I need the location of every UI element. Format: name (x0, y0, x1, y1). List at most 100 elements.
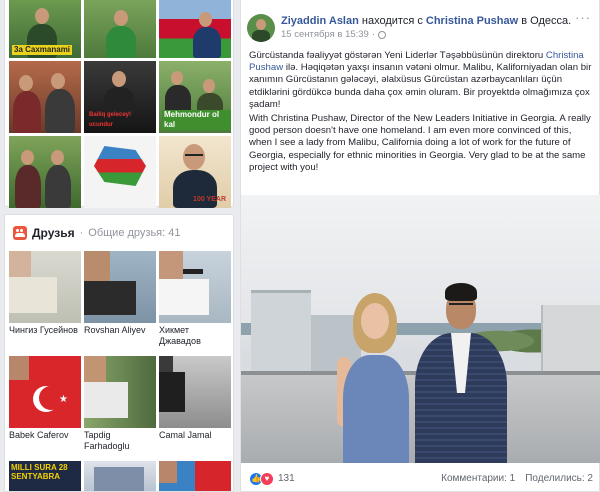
azerbaijan-map-flag (94, 146, 146, 186)
friend-grid: Чингиз Гусейнов Rovshan Aliyev Хикмет Дж… (9, 251, 231, 461)
separator: · (371, 29, 376, 40)
person-head (159, 251, 183, 279)
photo-thumb[interactable] (9, 136, 81, 208)
screen-icon (94, 467, 144, 491)
person-body (84, 382, 128, 418)
friends-icon (13, 226, 27, 240)
photo-thumb[interactable] (159, 0, 231, 58)
friend-photo[interactable] (84, 461, 156, 491)
hair (445, 283, 477, 301)
person-body (45, 165, 71, 208)
person-head (159, 356, 173, 372)
friend-name[interactable]: Babek Caferov (9, 430, 83, 441)
person-body (159, 279, 209, 315)
friends-title[interactable]: Друзья (32, 226, 75, 240)
post-timestamp[interactable]: 15 сентября в 15:39 (281, 28, 369, 41)
photo-thumb[interactable]: Mehmondur ol kal (159, 61, 231, 133)
dress (343, 355, 409, 463)
friend-photo[interactable]: MILLI SURA 28 SENTYABRA (9, 461, 81, 491)
photo-caption: 3a Caxmanami (12, 45, 73, 55)
person-head (21, 150, 34, 165)
friend-name[interactable]: Хикмет Джавадов (159, 325, 233, 347)
person-body (9, 277, 57, 313)
post-options-menu-icon[interactable]: ··· (575, 10, 591, 25)
photo-thumb[interactable]: Bailiq gelecey! ucundur (84, 61, 156, 133)
friend-card[interactable]: Tapdig Farhadoglu (84, 356, 156, 461)
post-header: Ziyaddin Aslan находится с Christina Pus… (247, 14, 571, 42)
comments-count-link[interactable]: Комментарии: 1 (441, 473, 515, 484)
action-text: находится с (361, 15, 423, 27)
tagged-person-link[interactable]: Christina Pushaw (426, 15, 518, 27)
photo-caption: Bailiq gelecey! ucundur (89, 112, 132, 128)
person-head (9, 251, 31, 277)
reaction-count[interactable]: 131 (278, 473, 295, 484)
friend-card[interactable]: ★ Babek Caferov (9, 356, 81, 461)
person-head (159, 461, 177, 483)
person-head (35, 8, 49, 24)
friend-card[interactable]: Хикмет Джавадов (159, 251, 231, 356)
glasses-icon (185, 154, 203, 158)
milli-sura-caption: MILLI SURA 28 SENTYABRA (11, 463, 68, 481)
friend-card[interactable]: Rovshan Aliyev (84, 251, 156, 356)
person-head (84, 356, 106, 382)
person-head (84, 251, 110, 281)
friend-photo[interactable] (84, 251, 156, 323)
location-text: в Одесса. (521, 15, 572, 27)
friend-photo[interactable] (159, 461, 231, 491)
photo-thumb[interactable] (84, 136, 156, 208)
friends-header: Друзья · Общие друзья: 41 (13, 225, 180, 241)
mutual-friends-count[interactable]: Общие друзья: 41 (88, 227, 180, 239)
photo-thumb[interactable] (9, 61, 81, 133)
photo-thumb[interactable] (84, 0, 156, 58)
friend-card[interactable]: Чингиз Гусейнов (9, 251, 81, 356)
post-card: Ziyaddin Aslan находится с Christina Pus… (240, 0, 600, 492)
friend-photo[interactable] (159, 251, 231, 323)
person-head (114, 10, 128, 26)
friend-card[interactable]: MILLI SURA 28 SENTYABRA (9, 461, 81, 491)
photo-grid: 3a Caxmanami Bailiq gelecey! ucundur Meh… (9, 0, 231, 208)
friend-card[interactable] (84, 461, 156, 491)
building (251, 290, 311, 380)
friend-photo[interactable] (9, 251, 81, 323)
person-body (84, 281, 136, 315)
friend-grid-row3: MILLI SURA 28 SENTYABRA (9, 461, 231, 491)
friend-photo[interactable] (159, 356, 231, 428)
photo-caption: Mehmondur ol kal (162, 110, 231, 130)
person-body (15, 165, 41, 208)
friend-photo[interactable]: ★ (9, 356, 81, 428)
globe-icon (378, 30, 387, 39)
person-head (9, 356, 29, 380)
friend-name[interactable]: Camal Jamal (159, 430, 233, 441)
person-head (51, 150, 64, 165)
friend-card[interactable]: Camal Jamal (159, 356, 231, 461)
person-head (112, 71, 126, 87)
shares-count-link[interactable]: Поделились: 2 (525, 473, 593, 484)
sunglasses-icon (183, 269, 203, 274)
author-name-link[interactable]: Ziyaddin Aslan (281, 15, 359, 27)
author-avatar[interactable] (247, 14, 275, 42)
person-man (411, 283, 511, 463)
friend-name[interactable]: Tapdig Farhadoglu (84, 430, 158, 452)
photos-panel: 3a Caxmanami Bailiq gelecey! ucundur Meh… (4, 0, 234, 208)
reactions-summary[interactable]: 👍 ♥ 131 (249, 471, 295, 486)
friend-card[interactable] (159, 461, 231, 491)
friend-name[interactable]: Rovshan Aliyev (84, 325, 158, 336)
friend-name[interactable]: Чингиз Гусейнов (9, 325, 83, 336)
photo-thumb[interactable]: 3a Caxmanami (9, 0, 81, 58)
post-text-az-part2: ilə. Həqiqətən yaxşı insanın vətəni olmu… (249, 62, 592, 110)
star-icon: ★ (59, 394, 68, 405)
post-meta: 15 сентября в 15:39 · (281, 28, 571, 41)
person-head (203, 79, 215, 93)
friend-photo[interactable] (84, 356, 156, 428)
post-photo[interactable] (241, 195, 600, 463)
photo-thumb[interactable]: 100 YEAR (159, 136, 231, 208)
person-head (171, 71, 183, 85)
face (361, 303, 389, 339)
person-head (19, 75, 33, 91)
post-footer: 👍 ♥ 131 Комментарии: 1 Поделились: 2 (241, 465, 600, 492)
post-header-text: Ziyaddin Aslan находится с Christina Pus… (281, 14, 571, 42)
friends-panel: Друзья · Общие друзья: 41 Чингиз Гусейно… (4, 214, 234, 492)
person-head (51, 73, 65, 89)
person-body (13, 91, 41, 133)
post-text-en: With Christina Pushaw, Director of the N… (249, 113, 591, 173)
